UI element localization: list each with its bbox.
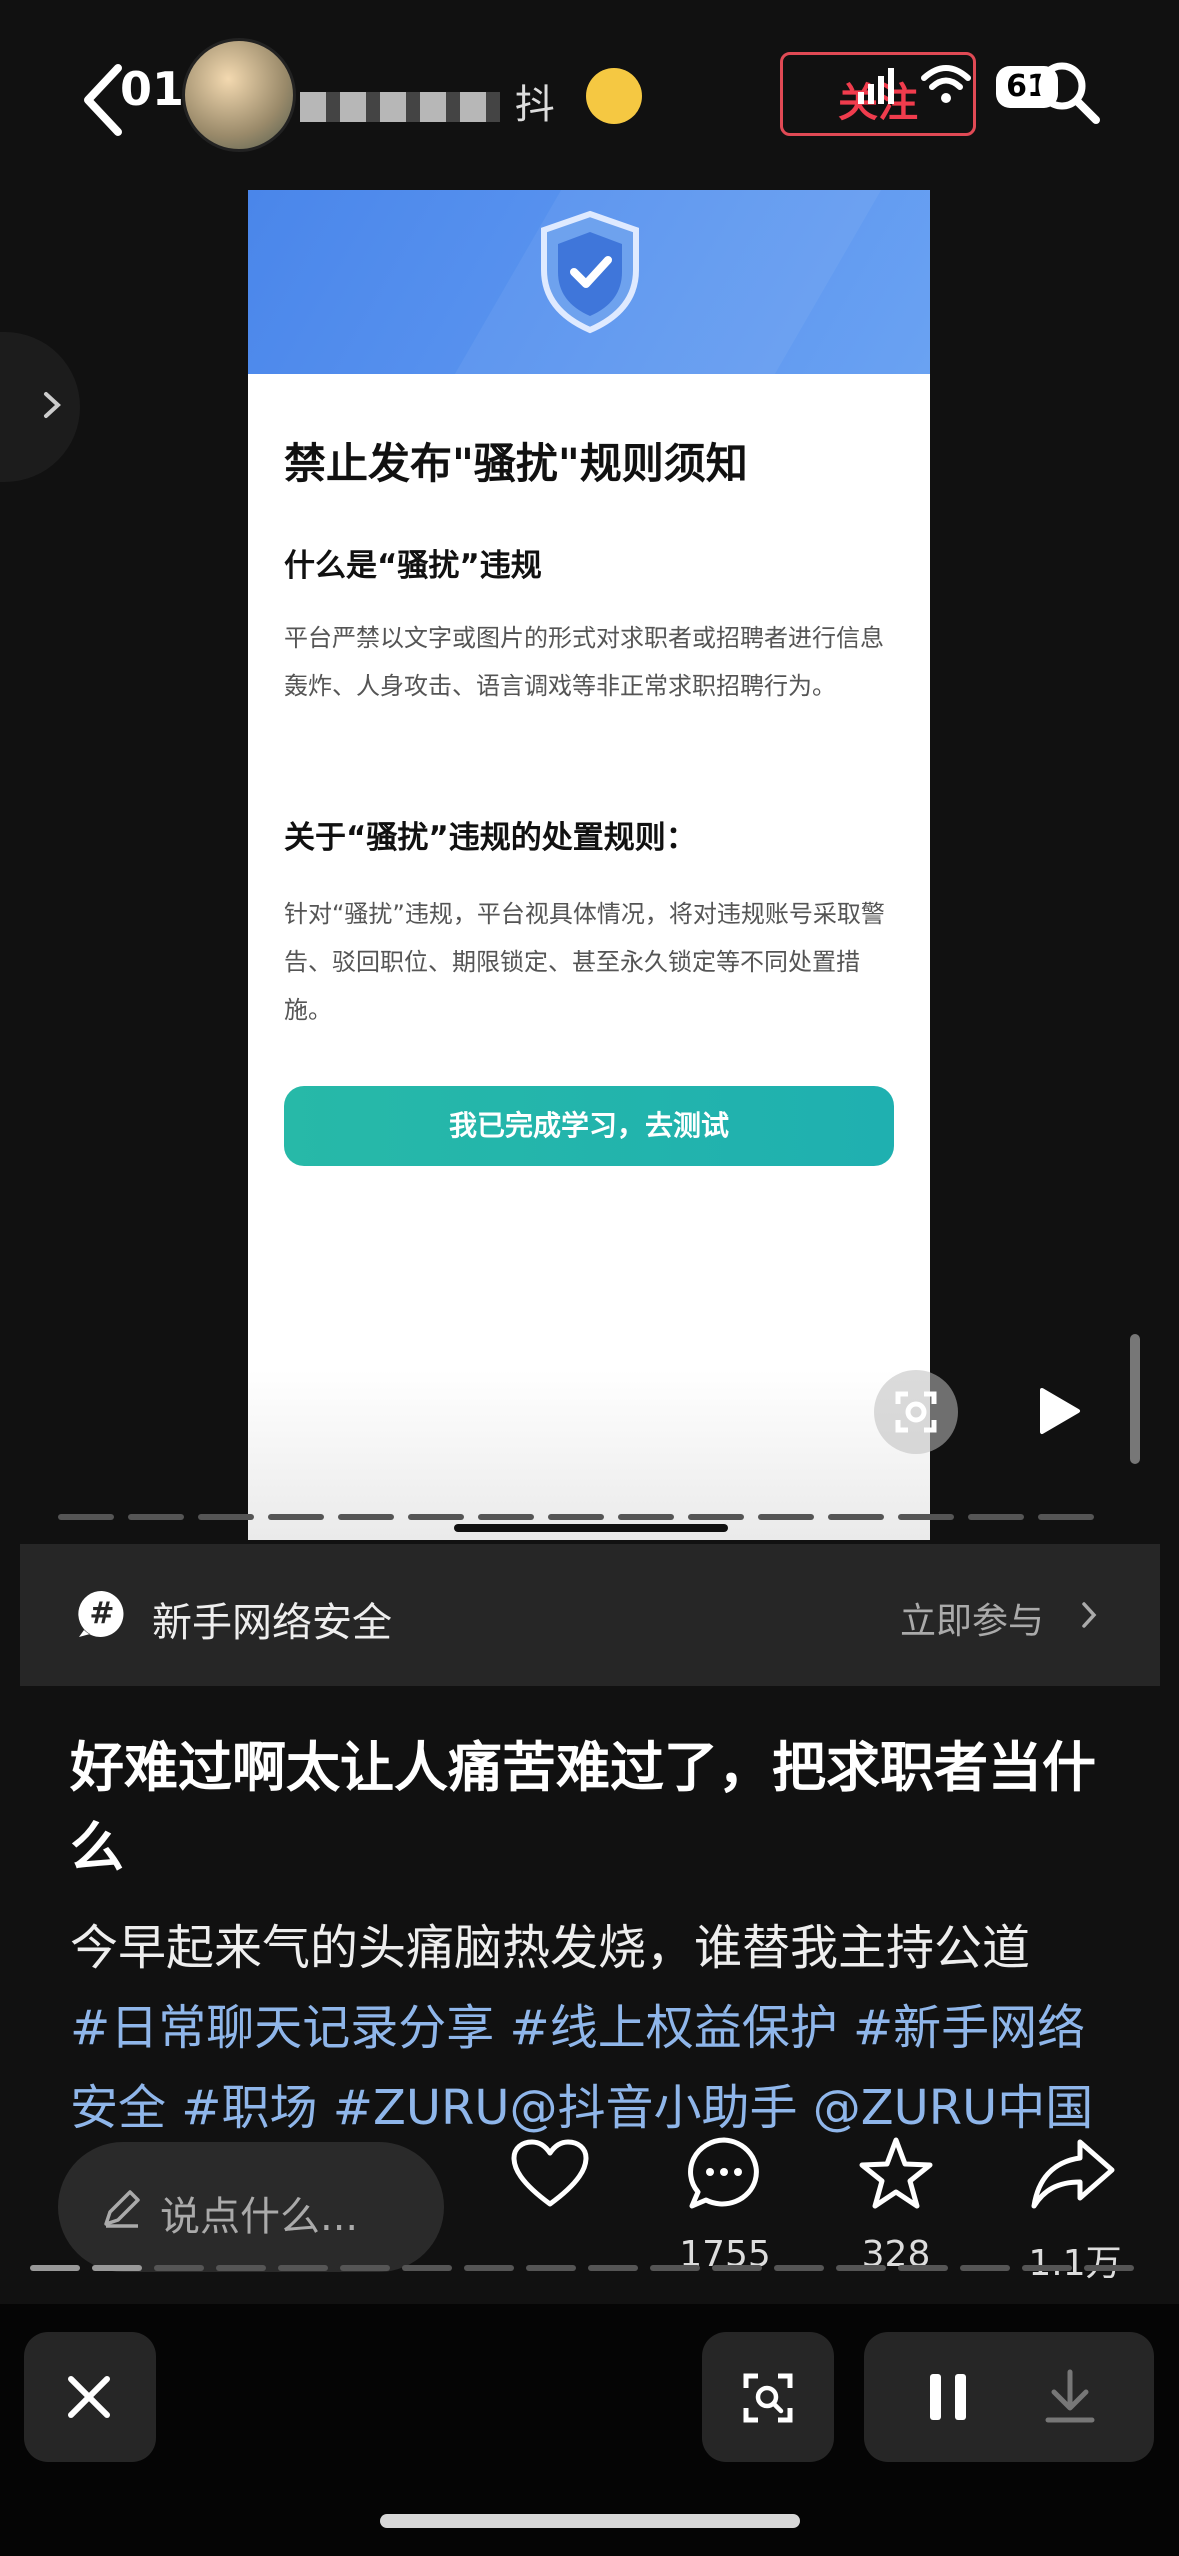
comment-icon[interactable]	[684, 2134, 764, 2214]
pause-icon[interactable]	[926, 2370, 970, 2424]
section-heading: 关于“骚扰”违规的处置规则：	[284, 820, 697, 856]
share-count: 1.1万	[1028, 2243, 1122, 2284]
topic-name[interactable]: 新手网络安全	[152, 1590, 392, 1648]
embedded-home-indicator	[454, 1524, 728, 1532]
playback-controls	[864, 2332, 1154, 2462]
chevron-right-icon	[44, 392, 61, 418]
search-icon[interactable]	[1032, 56, 1102, 126]
comment-placeholder[interactable]: 说点什么...	[160, 2184, 358, 2242]
post-hashtags[interactable]: #日常聊天记录分享 #线上权益保护 #新手网络安全 #职场 #ZURU@抖音小助…	[70, 1988, 1130, 2148]
hash-icon: #	[78, 1590, 124, 1637]
emoji-icon	[586, 68, 642, 124]
avatar[interactable]	[182, 38, 296, 152]
home-indicator	[380, 2514, 800, 2528]
rule-header-banner	[248, 190, 930, 374]
svg-text:#: #	[89, 1596, 114, 1631]
section-text: 平台严禁以文字或图片的形式对求职者或招聘者进行信息轰炸、人身攻击、语言调戏等非正…	[284, 624, 884, 700]
play-icon[interactable]	[1036, 1386, 1082, 1436]
shield-icon	[541, 210, 639, 334]
author-name[interactable]: 抖	[300, 72, 557, 130]
join-topic-link[interactable]: 立即参与	[900, 1592, 1044, 1644]
rule-title: 禁止发布"骚扰"规则须知	[284, 439, 748, 488]
wifi-icon	[921, 65, 971, 103]
download-icon[interactable]	[1044, 2368, 1096, 2426]
pencil-icon	[104, 2190, 140, 2228]
scan-icon[interactable]	[874, 1370, 958, 1454]
scan-icon[interactable]	[740, 2370, 796, 2426]
post-description: 今早起来气的头痛脑热发烧，谁替我主持公道 #日常聊天记录分享 #线上权益保护 #…	[70, 1908, 1130, 2148]
embedded-screenshot: 禁止发布"骚扰"规则须知 什么是“骚扰”违规 平台严禁以文字或图片的形式对求职者…	[248, 190, 930, 1540]
signal-icon	[858, 68, 894, 104]
post-title: 好难过啊太让人痛苦难过了，把求职者当什么	[70, 1736, 1096, 1879]
start-test-button: 我已完成学习，去测试	[284, 1086, 894, 1166]
close-icon[interactable]	[66, 2374, 112, 2420]
section-heading: 什么是“骚扰”违规	[284, 548, 542, 584]
section-text: 针对“骚扰”违规，平台视具体情况，将对违规账号采取警告、驳回职位、期限锁定、甚至…	[284, 900, 885, 1024]
heart-icon[interactable]	[510, 2138, 590, 2210]
video-progress-bar[interactable]	[30, 2262, 1150, 2274]
chevron-right-icon[interactable]	[1080, 1600, 1098, 1630]
scrollbar[interactable]	[1130, 1334, 1140, 1464]
share-icon[interactable]	[1030, 2136, 1116, 2212]
star-icon[interactable]	[856, 2134, 936, 2214]
image-page-indicator	[58, 1514, 1094, 1520]
